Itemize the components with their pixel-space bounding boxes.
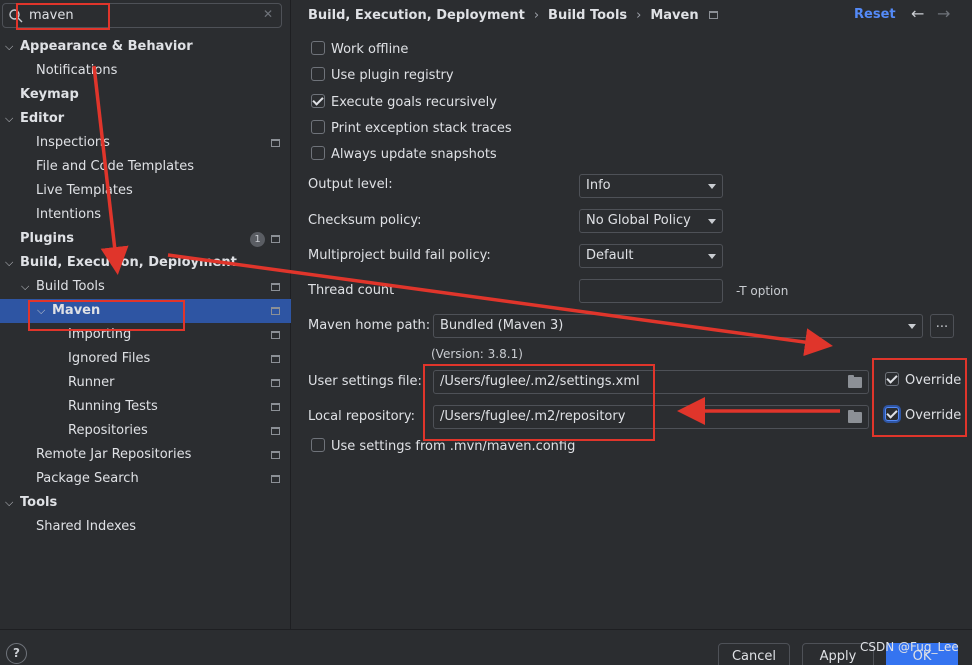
breadcrumb-separator-icon: › — [636, 8, 642, 23]
forward-arrow-icon[interactable]: → — [937, 4, 950, 23]
tree-item-live-templates[interactable]: Live Templates — [0, 179, 291, 203]
tree-item-running-tests[interactable]: Running Tests — [0, 395, 291, 419]
tree-item-remote-jar-repositories[interactable]: Remote Jar Repositories — [0, 443, 291, 467]
maven-settings-panel: Build, Execution, Deployment › Build Tools… — [292, 0, 972, 629]
project-settings-icon — [271, 283, 280, 291]
cancel-button[interactable]: Cancel — [718, 643, 790, 665]
multiproject-fail-policy-label: Multiproject build fail policy: — [308, 248, 491, 263]
tree-item-runner[interactable]: Runner — [0, 371, 291, 395]
dropdown-value: Default — [586, 248, 634, 263]
checkbox-label: Print exception stack traces — [331, 121, 512, 136]
folder-icon[interactable] — [848, 375, 862, 388]
execute-goals-recursively-option[interactable]: Execute goals recursively — [311, 94, 497, 114]
watermark: CSDN @Fug_Lee — [860, 640, 959, 654]
annotation-box-maven — [28, 300, 185, 331]
tree-item-ignored-files[interactable]: Ignored Files — [0, 347, 291, 371]
output-level-dropdown[interactable]: Info — [579, 174, 723, 198]
print-exception-stack-traces-option[interactable]: Print exception stack traces — [311, 120, 512, 140]
back-arrow-icon[interactable]: ← — [911, 4, 924, 23]
checkbox-label: Always update snapshots — [331, 147, 497, 162]
annotation-box-override — [872, 358, 967, 437]
project-settings-icon — [271, 355, 280, 363]
local-repository-label: Local repository: — [308, 409, 415, 424]
use-plugin-registry-checkbox[interactable] — [311, 67, 325, 81]
help-icon[interactable]: ? — [6, 643, 27, 664]
maven-version-text: (Version: 3.8.1) — [431, 347, 523, 361]
tree-item-plugins[interactable]: Plugins 1 — [0, 227, 291, 251]
annotation-box-paths — [423, 364, 655, 441]
dialog-button-bar: ? Cancel Apply OK — [0, 629, 972, 665]
checkbox-label: Use plugin registry — [331, 68, 454, 83]
maven-home-browse-button[interactable]: ... — [930, 314, 954, 338]
always-update-snapshots-checkbox[interactable] — [311, 146, 325, 160]
dropdown-arrow-icon — [708, 184, 716, 189]
annotation-box-search — [16, 3, 110, 30]
output-level-label: Output level: — [308, 177, 393, 192]
dropdown-arrow-icon — [908, 324, 916, 329]
multiproject-fail-policy-dropdown[interactable]: Default — [579, 244, 723, 268]
checksum-policy-label: Checksum policy: — [308, 213, 422, 228]
tree-item-notifications[interactable]: Notifications — [0, 59, 291, 83]
tree-item-tools[interactable]: ⌵ Tools — [0, 491, 291, 515]
dropdown-value: No Global Policy — [586, 213, 691, 228]
dropdown-arrow-icon — [708, 254, 716, 259]
execute-goals-recursively-checkbox[interactable] — [311, 94, 325, 108]
tree-item-inspections[interactable]: Inspections — [0, 131, 291, 155]
breadcrumb-item: Maven — [650, 8, 699, 23]
chevron-down-icon[interactable]: ⌵ — [5, 35, 17, 59]
always-update-snapshots-option[interactable]: Always update snapshots — [311, 146, 497, 166]
breadcrumb-item[interactable]: Build Tools — [548, 8, 627, 23]
checksum-policy-dropdown[interactable]: No Global Policy — [579, 209, 723, 233]
thread-count-hint: -T option — [736, 284, 789, 298]
breadcrumb-item[interactable]: Build, Execution, Deployment — [308, 8, 525, 23]
dropdown-value: Bundled (Maven 3) — [440, 318, 564, 333]
project-settings-icon — [271, 307, 280, 315]
project-settings-icon — [271, 403, 280, 411]
tree-item-intentions[interactable]: Intentions — [0, 203, 291, 227]
tree-item-appearance-behavior[interactable]: ⌵ Appearance & Behavior — [0, 35, 291, 59]
breadcrumb: Build, Execution, Deployment › Build Tools… — [308, 6, 718, 26]
checkbox-label: Use settings from .mvn/maven.config — [331, 439, 576, 454]
maven-home-label: Maven home path: — [308, 318, 431, 333]
print-exception-stack-traces-checkbox[interactable] — [311, 120, 325, 134]
tree-item-shared-indexes[interactable]: Shared Indexes — [0, 515, 291, 539]
project-settings-icon — [271, 427, 280, 435]
project-settings-icon — [271, 139, 280, 147]
plugins-update-badge: 1 — [250, 232, 265, 247]
reset-link[interactable]: Reset — [854, 7, 896, 22]
folder-icon[interactable] — [848, 410, 862, 423]
work-offline-checkbox[interactable] — [311, 41, 325, 55]
project-settings-icon — [271, 475, 280, 483]
maven-home-dropdown[interactable]: Bundled (Maven 3) — [433, 314, 923, 338]
project-settings-icon — [271, 235, 280, 243]
dropdown-value: Info — [586, 178, 611, 193]
project-settings-icon — [708, 11, 718, 19]
dropdown-arrow-icon — [708, 219, 716, 224]
breadcrumb-separator-icon: › — [533, 8, 540, 23]
use-mvn-settings-option[interactable]: Use settings from .mvn/maven.config — [311, 438, 575, 458]
tree-item-build-tools[interactable]: ⌵ Build Tools — [0, 275, 291, 299]
checkbox-label: Work offline — [331, 42, 409, 57]
tree-item-build-execution-deployment[interactable]: ⌵ Build, Execution, Deployment — [0, 251, 291, 275]
thread-count-input[interactable] — [579, 279, 723, 303]
tree-item-file-code-templates[interactable]: File and Code Templates — [0, 155, 291, 179]
chevron-down-icon[interactable]: ⌵ — [5, 491, 17, 515]
tree-item-editor[interactable]: ⌵ Editor — [0, 107, 291, 131]
user-settings-label: User settings file: — [308, 374, 422, 389]
thread-count-label: Thread count — [308, 283, 395, 298]
project-settings-icon — [271, 379, 280, 387]
use-plugin-registry-option[interactable]: Use plugin registry — [311, 67, 454, 87]
chevron-down-icon[interactable]: ⌵ — [5, 251, 17, 275]
tree-item-repositories[interactable]: Repositories — [0, 419, 291, 443]
work-offline-option[interactable]: Work offline — [311, 41, 408, 61]
checkbox-label: Execute goals recursively — [331, 95, 497, 110]
use-mvn-settings-checkbox[interactable] — [311, 438, 325, 452]
project-settings-icon — [271, 331, 280, 339]
chevron-down-icon[interactable]: ⌵ — [21, 275, 33, 299]
project-settings-icon — [271, 451, 280, 459]
tree-item-keymap[interactable]: Keymap — [0, 83, 291, 107]
chevron-down-icon[interactable]: ⌵ — [5, 107, 17, 131]
clear-search-icon[interactable]: ✕ — [263, 7, 273, 21]
tree-item-package-search[interactable]: Package Search — [0, 467, 291, 491]
